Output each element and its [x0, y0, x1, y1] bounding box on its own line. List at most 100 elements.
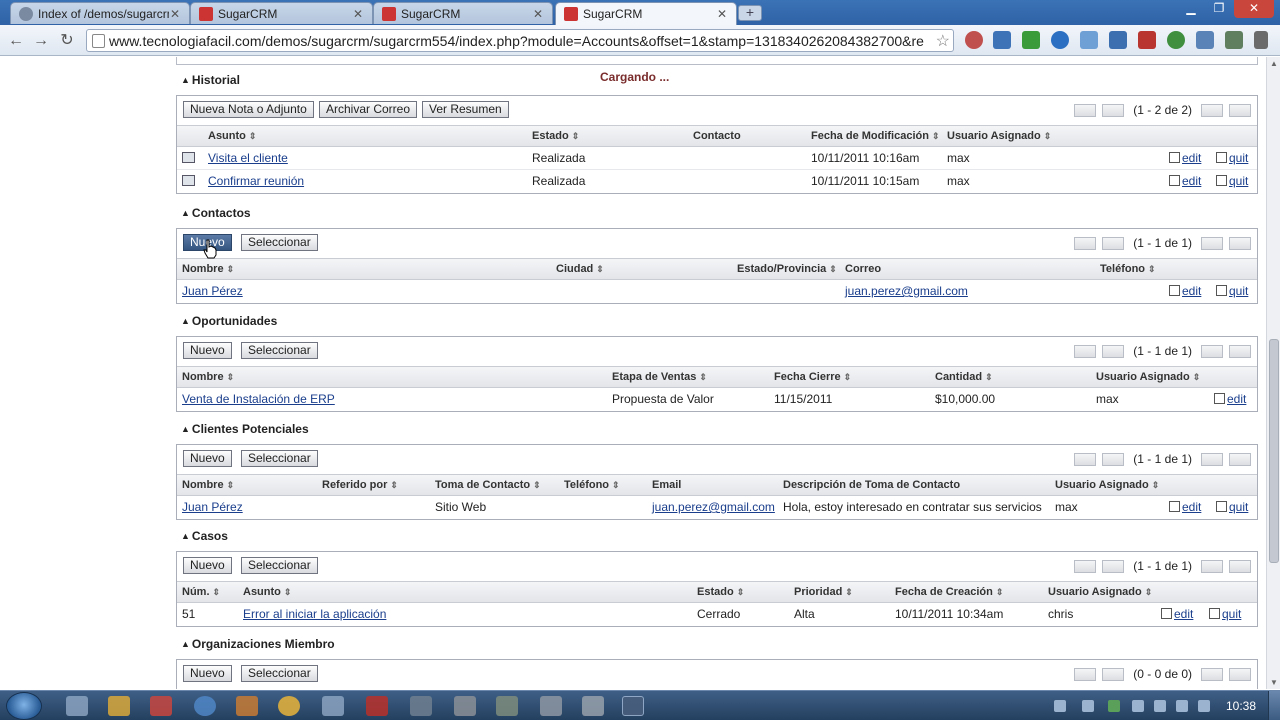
url-text[interactable]: www.tecnologiafacil.com/demos/sugarcrm/s… [109, 33, 929, 49]
email-link[interactable]: juan.perez@gmail.com [845, 284, 968, 298]
edit-link[interactable]: edit [1161, 607, 1193, 621]
next-page-icon[interactable] [1201, 452, 1223, 466]
remove-link[interactable]: quit [1209, 607, 1241, 621]
opportunity-name-link[interactable]: Venta de Instalación de ERP [182, 392, 335, 406]
tab-sugarcrm-2[interactable]: SugarCRM ✕ [373, 2, 553, 24]
extension-icon[interactable] [965, 31, 983, 49]
extension-icon[interactable] [1196, 31, 1214, 49]
extension-icon[interactable] [1138, 31, 1156, 49]
app-icon[interactable] [622, 696, 644, 716]
gear-extension-icon[interactable] [1051, 31, 1069, 49]
first-page-icon[interactable] [1074, 559, 1097, 573]
subject-link[interactable]: Visita el cliente [208, 151, 288, 165]
app-icon[interactable] [410, 696, 432, 716]
lead-name-link[interactable]: Juan Pérez [182, 500, 243, 514]
column-telefono[interactable]: Teléfono ⇕ [1100, 263, 1156, 275]
network-icon[interactable] [1132, 700, 1144, 712]
tab-sugarcrm-1[interactable]: SugarCRM ✕ [190, 2, 373, 24]
view-summary-button[interactable]: Ver Resumen [422, 101, 509, 118]
remove-link[interactable]: quit [1216, 284, 1248, 298]
new-tab-button[interactable]: + [738, 5, 762, 21]
forward-arrow-icon[interactable]: → [31, 31, 51, 51]
case-subject-link[interactable]: Error al iniciar la aplicación [243, 607, 386, 621]
close-icon[interactable]: ✕ [716, 7, 728, 21]
column-fecha[interactable]: Fecha de Modificación ⇕ [811, 130, 940, 142]
tray-icon[interactable] [1054, 700, 1066, 712]
back-arrow-icon[interactable]: ← [6, 31, 26, 51]
next-page-icon[interactable] [1201, 559, 1223, 573]
tab-index-of-demos[interactable]: Index of /demos/sugarcrm ✕ [10, 2, 190, 24]
next-page-icon[interactable] [1201, 667, 1223, 681]
explorer-icon[interactable] [66, 696, 88, 716]
next-page-icon[interactable] [1201, 344, 1223, 358]
column-cantidad[interactable]: Cantidad ⇕ [935, 371, 993, 383]
select-opportunity-button[interactable]: Seleccionar [241, 342, 318, 359]
first-page-icon[interactable] [1074, 667, 1097, 681]
scrollbar-thumb[interactable] [1269, 339, 1279, 563]
prev-page-icon[interactable] [1102, 236, 1125, 250]
edit-link[interactable]: edit [1169, 174, 1201, 188]
column-usuario[interactable]: Usuario Asignado ⇕ [1055, 479, 1159, 491]
column-referido[interactable]: Referido por ⇕ [322, 479, 398, 491]
column-fecha-creacion[interactable]: Fecha de Creación ⇕ [895, 586, 1003, 598]
minimize-button[interactable]: ▁ [1178, 0, 1204, 18]
edit-link[interactable]: edit [1169, 500, 1201, 514]
prev-page-icon[interactable] [1102, 452, 1125, 466]
new-opportunity-button[interactable]: Nuevo [183, 342, 232, 359]
close-icon[interactable]: ✕ [532, 7, 544, 21]
tray-icon[interactable] [1154, 700, 1166, 712]
extension-icon[interactable] [1080, 31, 1098, 49]
tray-icon[interactable] [1082, 700, 1094, 712]
filezilla-icon[interactable] [366, 696, 388, 716]
checkmark-extension-icon[interactable] [1022, 31, 1040, 49]
collapse-arrow-icon[interactable]: ▲ [181, 424, 190, 434]
app-icon[interactable] [454, 696, 476, 716]
edit-link[interactable]: edit [1169, 284, 1201, 298]
new-case-button[interactable]: Nuevo [183, 557, 232, 574]
section-title-clientes-potenciales[interactable]: ▲ Clientes Potenciales [181, 422, 309, 436]
column-usuario[interactable]: Usuario Asignado ⇕ [947, 130, 1051, 142]
wrench-menu-icon[interactable] [1254, 31, 1268, 49]
column-telefono[interactable]: Teléfono ⇕ [564, 479, 620, 491]
extension-icon[interactable] [1109, 31, 1127, 49]
remove-link[interactable]: quit [1216, 174, 1248, 188]
new-note-button[interactable]: Nueva Nota o Adjunto [183, 101, 314, 118]
column-fecha-cierre[interactable]: Fecha Cierre ⇕ [774, 371, 851, 383]
extension-icon[interactable] [1225, 31, 1243, 49]
next-page-icon[interactable] [1201, 103, 1223, 117]
column-nombre[interactable]: Nombre ⇕ [182, 479, 234, 491]
bookmark-star-icon[interactable]: ☆ [936, 31, 950, 51]
select-lead-button[interactable]: Seleccionar [241, 450, 318, 467]
volume-icon[interactable] [1198, 700, 1210, 712]
collapse-arrow-icon[interactable]: ▲ [181, 208, 190, 218]
next-page-icon[interactable] [1201, 236, 1223, 250]
new-member-org-button[interactable]: Nuevo [183, 665, 232, 682]
prev-page-icon[interactable] [1102, 559, 1125, 573]
last-page-icon[interactable] [1229, 103, 1251, 117]
close-window-button[interactable]: ✕ [1234, 0, 1274, 18]
last-page-icon[interactable] [1229, 452, 1251, 466]
column-usuario[interactable]: Usuario Asignado ⇕ [1048, 586, 1152, 598]
app-icon[interactable] [582, 696, 604, 716]
media-player-icon[interactable] [108, 696, 130, 716]
ie-browser-icon[interactable] [194, 696, 216, 716]
collapse-arrow-icon[interactable]: ▲ [181, 639, 190, 649]
section-title-contactos[interactable]: ▲ Contactos [181, 206, 251, 220]
tray-icon[interactable] [1176, 700, 1188, 712]
column-nombre[interactable]: Nombre ⇕ [182, 263, 234, 275]
chrome-icon[interactable] [278, 696, 300, 716]
column-ciudad[interactable]: Ciudad ⇕ [556, 263, 604, 275]
column-toma-contacto[interactable]: Toma de Contacto ⇕ [435, 479, 541, 491]
section-title-casos[interactable]: ▲ Casos [181, 529, 228, 543]
maximize-button[interactable]: ❐ [1206, 0, 1232, 18]
first-page-icon[interactable] [1074, 452, 1097, 466]
column-num[interactable]: Núm. ⇕ [182, 586, 220, 598]
extension-icon[interactable] [1167, 31, 1185, 49]
tray-icon[interactable] [1108, 700, 1120, 712]
column-asunto[interactable]: Asunto ⇕ [208, 130, 256, 142]
column-prioridad[interactable]: Prioridad ⇕ [794, 586, 853, 598]
collapse-arrow-icon[interactable]: ▲ [181, 316, 190, 326]
last-page-icon[interactable] [1229, 667, 1251, 681]
taskbar-clock[interactable]: 10:38 [1226, 699, 1256, 713]
last-page-icon[interactable] [1229, 344, 1251, 358]
